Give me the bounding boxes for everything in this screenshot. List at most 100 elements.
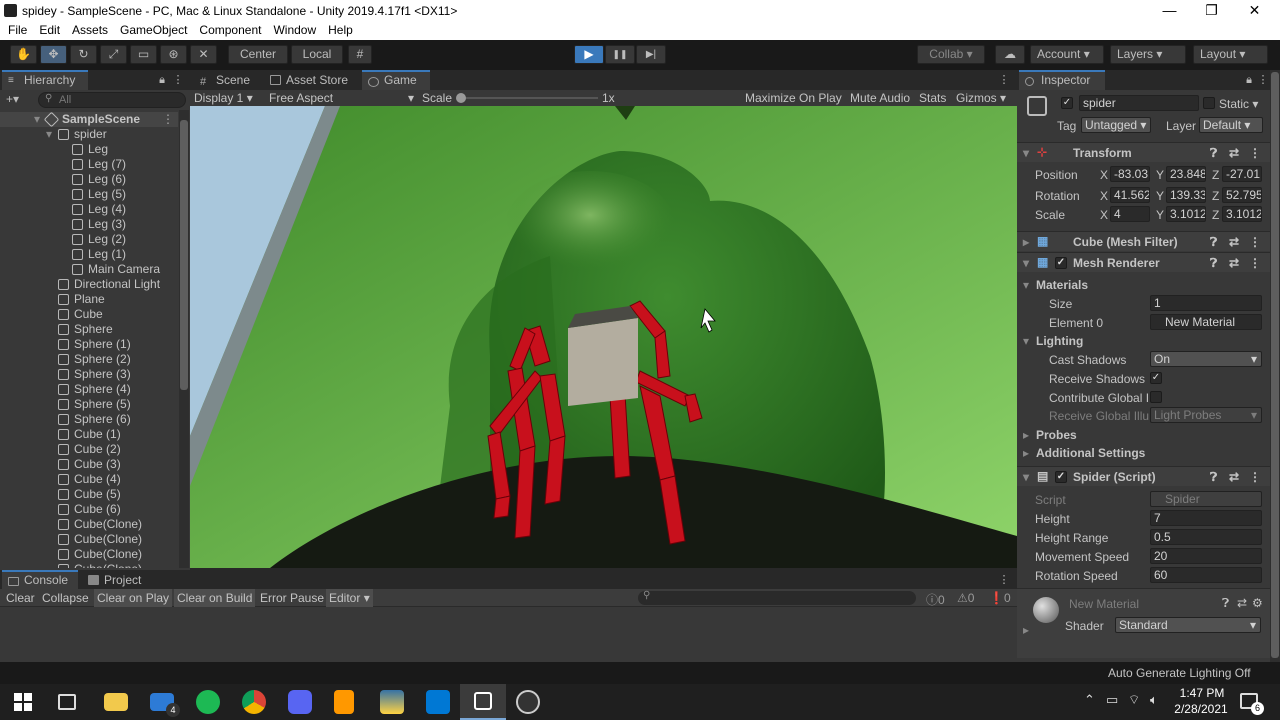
hierarchy-item[interactable]: Cube (1) [0, 427, 178, 442]
materials-size-field[interactable]: 1 [1150, 295, 1262, 311]
scale-tool-icon[interactable]: ⤢ [100, 45, 127, 64]
account-dropdown[interactable]: Account ▾ [1030, 45, 1104, 64]
hierarchy-item[interactable]: Cube(Clone) [0, 547, 178, 562]
rotate-tool-icon[interactable]: ↻ [70, 45, 97, 64]
scene-row[interactable]: ▾ SampleScene ⋮ [0, 111, 178, 128]
scale-y-field[interactable]: 3.1012 [1166, 206, 1206, 222]
rotation-z-field[interactable]: 52.795 [1222, 187, 1262, 203]
hierarchy-item[interactable]: Leg [0, 142, 178, 157]
grid-snap-icon[interactable]: # [348, 45, 372, 64]
transform-header[interactable]: ▾ ⊹ Transform ❓︎ ⇄ ⋮ [1017, 142, 1270, 162]
collapse-button[interactable]: Collapse [42, 591, 89, 605]
windows-start-icon[interactable] [12, 691, 34, 713]
sublime-icon[interactable] [334, 690, 354, 714]
probes-label[interactable]: Probes [1036, 428, 1077, 442]
help-icon[interactable]: ❓︎ [1210, 256, 1217, 271]
preset-icon[interactable]: ⇄ [1229, 235, 1239, 249]
step-button[interactable]: ▶| [636, 45, 666, 64]
game-viewport[interactable] [190, 106, 1017, 568]
menu-component[interactable]: Component [195, 22, 265, 37]
rotation-speed-field[interactable]: 60 [1150, 567, 1262, 583]
rotation-y-field[interactable]: 139.33 [1166, 187, 1206, 203]
height-field[interactable]: 7 [1150, 510, 1262, 526]
inspector-more-icon[interactable]: ⋮ [1257, 74, 1269, 86]
clock-time[interactable]: 1:47 PM [1176, 686, 1228, 700]
fold-arrow-icon[interactable]: ▸ [1023, 428, 1029, 442]
clear-on-play-toggle[interactable]: Clear on Play [94, 589, 173, 607]
game-more-icon[interactable]: ⋮ [998, 74, 1010, 86]
info-count[interactable]: ⓘ0 [926, 591, 945, 608]
tab-hierarchy[interactable]: ≡ Hierarchy [2, 70, 88, 90]
maximize-button[interactable]: ❐ [1189, 0, 1234, 22]
discord-icon[interactable] [288, 690, 312, 714]
maximize-on-play-toggle[interactable]: Maximize On Play [745, 91, 842, 105]
hierarchy-item[interactable]: Cube (4) [0, 472, 178, 487]
tab-project[interactable]: Project [82, 570, 154, 590]
scale-slider[interactable] [456, 93, 598, 103]
error-count[interactable]: ❗0 [989, 591, 1011, 605]
cloud-icon[interactable]: ☁ [995, 45, 1025, 64]
move-tool-icon[interactable]: ✥ [40, 45, 67, 64]
script-enabled-checkbox[interactable]: ✓ [1055, 471, 1067, 483]
notifications-icon[interactable]: 6 [1240, 693, 1264, 715]
hierarchy-item[interactable]: Sphere (2) [0, 352, 178, 367]
gizmos-dropdown[interactable]: Gizmos ▾ [956, 91, 1006, 105]
fold-arrow-icon[interactable]: ▸ [1023, 623, 1029, 637]
tray-chevron-icon[interactable]: ⌃ [1084, 692, 1095, 708]
height-range-field[interactable]: 0.5 [1150, 529, 1262, 545]
static-checkbox[interactable] [1203, 97, 1215, 109]
display-dropdown[interactable]: Display 1 ▾ [194, 91, 253, 105]
menu-window[interactable]: Window [269, 22, 320, 37]
hierarchy-item[interactable]: Sphere (3) [0, 367, 178, 382]
tab-asset-store[interactable]: Asset Store [264, 70, 358, 90]
menu-file[interactable]: File [4, 22, 31, 37]
volume-icon[interactable]: 🔈︎ [1150, 692, 1158, 708]
pause-button[interactable]: ❚❚ [605, 45, 635, 64]
clock-date[interactable]: 2/28/2021 [1170, 702, 1232, 716]
hierarchy-item[interactable]: Leg (4) [0, 202, 178, 217]
help-icon[interactable]: ❓︎ [1222, 596, 1229, 611]
more-options-icon[interactable]: ⋮ [172, 74, 184, 86]
hierarchy-item[interactable]: Leg (3) [0, 217, 178, 232]
hierarchy-item[interactable]: Sphere (1) [0, 337, 178, 352]
inspector-scrollbar-thumb[interactable] [1271, 72, 1279, 658]
preset-icon[interactable]: ⇄ [1229, 256, 1239, 270]
custom-tool-icon[interactable]: ✕ [190, 45, 217, 64]
position-y-field[interactable]: 23.848 [1166, 166, 1206, 182]
scrollbar-thumb[interactable] [180, 120, 188, 390]
hierarchy-item[interactable]: Sphere [0, 322, 178, 337]
position-x-field[interactable]: -83.03 [1110, 166, 1150, 182]
object-name-input[interactable]: spider [1079, 95, 1199, 111]
menu-edit[interactable]: Edit [35, 22, 64, 37]
hierarchy-item[interactable]: Leg (1) [0, 247, 178, 262]
mesh-filter-header[interactable]: ▸ ▦ Cube (Mesh Filter) ❓︎ ⇄ ⋮ [1017, 231, 1270, 251]
hierarchy-item[interactable]: Leg (5) [0, 187, 178, 202]
help-icon[interactable]: ❓︎ [1210, 235, 1217, 250]
fold-arrow-icon[interactable]: ▸ [1023, 446, 1029, 460]
clear-on-build-toggle[interactable]: Clear on Build [174, 589, 256, 607]
layer-dropdown[interactable]: Default ▾ [1199, 117, 1263, 133]
hierarchy-item[interactable]: Directional Light [0, 277, 178, 292]
settings-gear-icon[interactable]: ⚙︎ [1252, 596, 1263, 610]
wifi-icon[interactable]: ⌔ [1128, 692, 1140, 708]
scene-menu-icon[interactable]: ⋮ [162, 112, 174, 126]
tag-dropdown[interactable]: Untagged ▾ [1081, 117, 1151, 133]
additional-settings-label[interactable]: Additional Settings [1036, 446, 1145, 460]
fold-arrow-icon[interactable]: ▾ [1023, 334, 1029, 348]
preset-icon[interactable]: ⇄ [1237, 596, 1247, 610]
position-z-field[interactable]: -27.01 [1222, 166, 1262, 182]
network-icon[interactable]: ▭ [1106, 692, 1118, 708]
hierarchy-item[interactable]: Leg (6) [0, 172, 178, 187]
hierarchy-item[interactable]: Cube (2) [0, 442, 178, 457]
menu-gameobject[interactable]: GameObject [116, 22, 191, 37]
preset-icon[interactable]: ⇄ [1229, 146, 1239, 160]
scale-x-field[interactable]: 4 [1110, 206, 1150, 222]
tab-console[interactable]: Console [2, 570, 78, 590]
preset-icon[interactable]: ⇄ [1229, 470, 1239, 484]
clear-button[interactable]: Clear [6, 591, 35, 605]
inspector-scrollbar[interactable] [1270, 70, 1280, 662]
collab-button[interactable]: Collab ▾ [917, 45, 985, 64]
hierarchy-item[interactable]: Cube [0, 307, 178, 322]
hierarchy-item[interactable]: Cube(Clone) [0, 532, 178, 547]
shader-dropdown[interactable]: Standard ▾ [1115, 617, 1261, 633]
